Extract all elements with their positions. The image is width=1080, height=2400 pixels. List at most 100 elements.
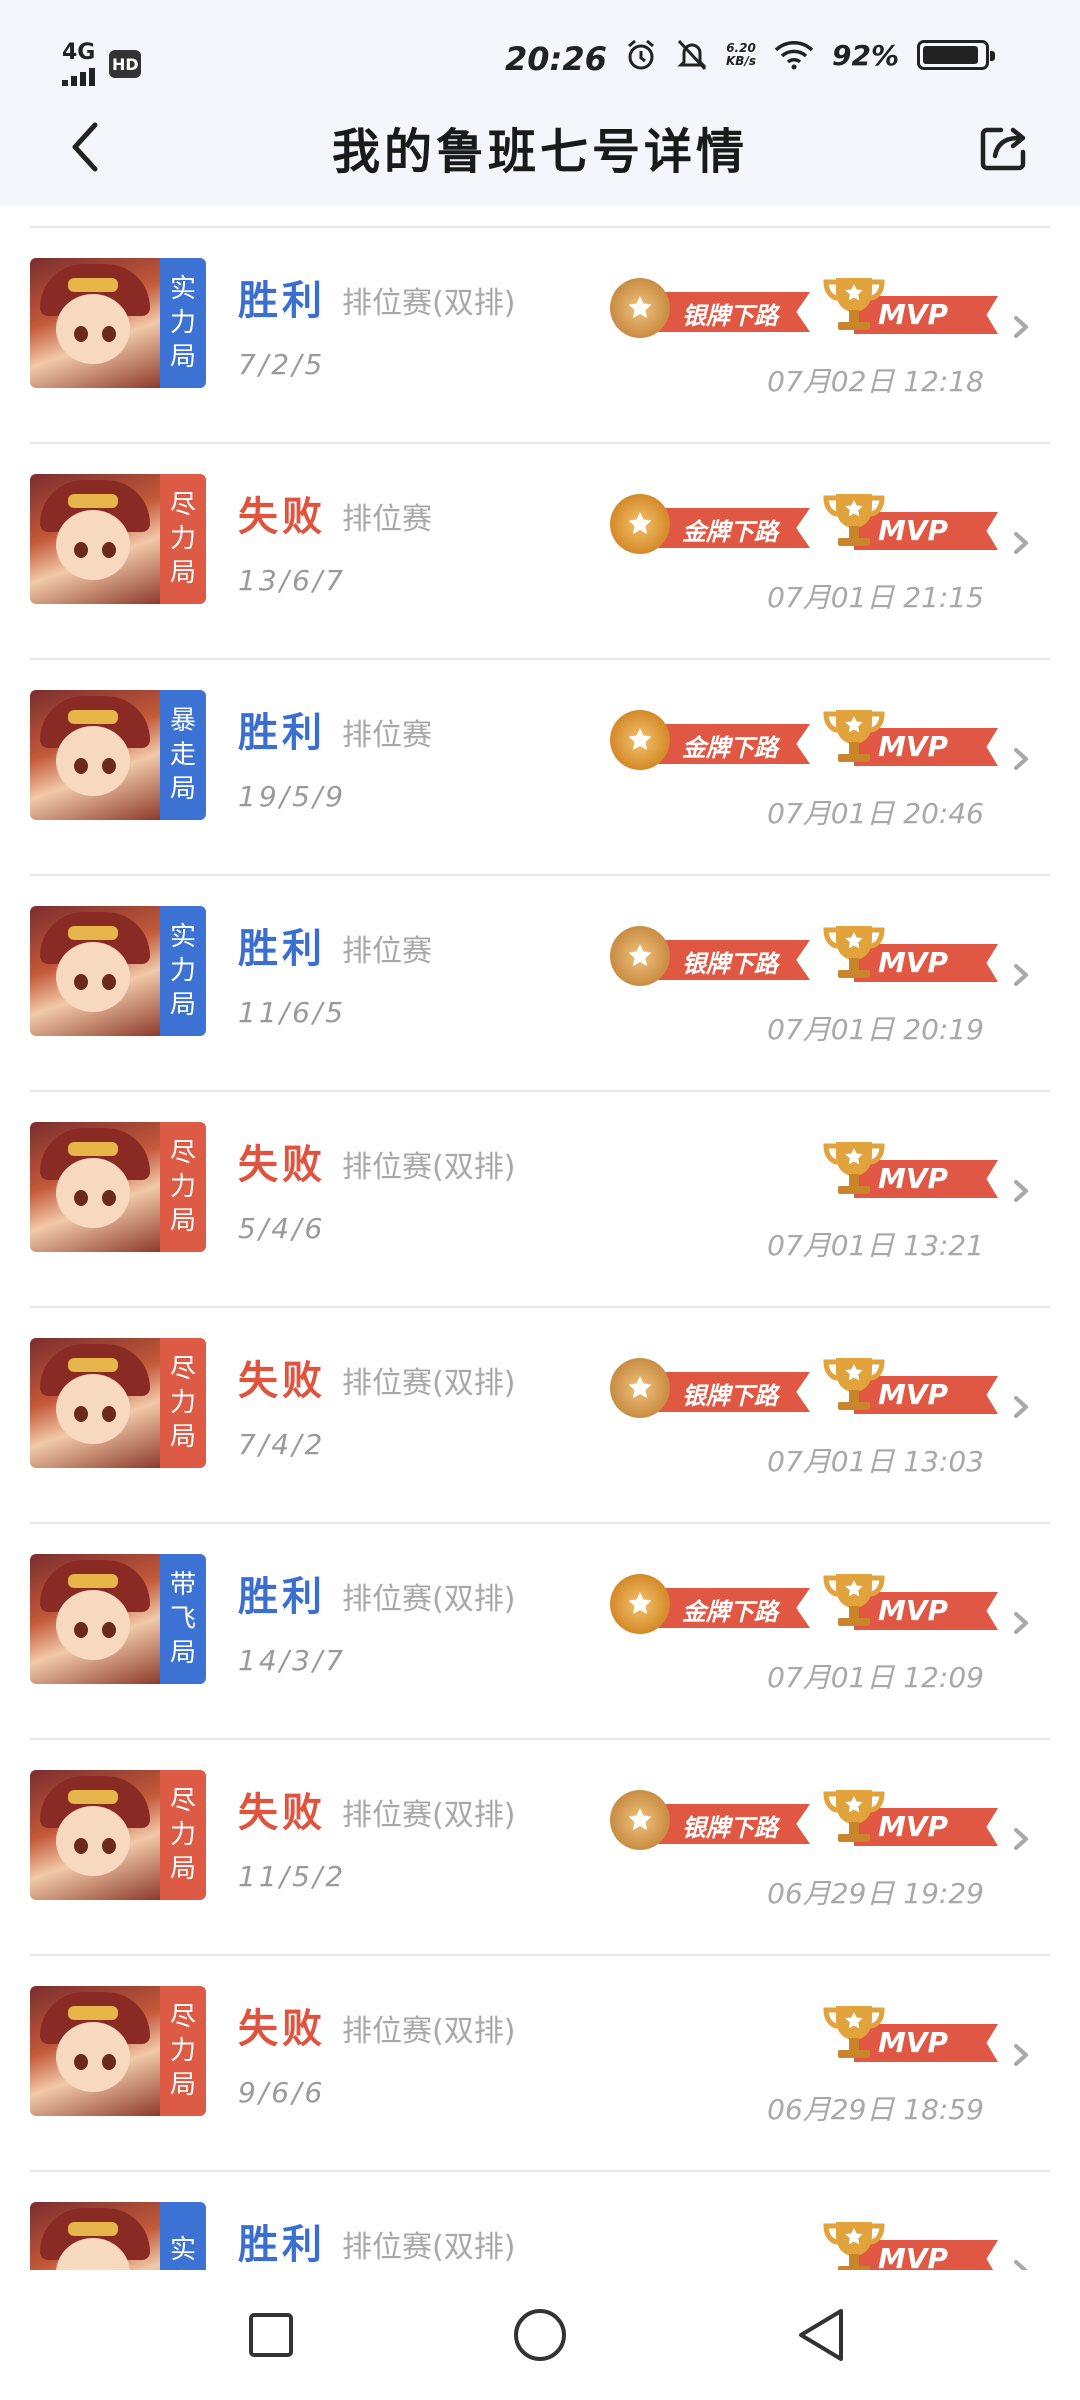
mvp-badge: MVP — [822, 920, 998, 990]
hero-avatar: 实力局 — [30, 258, 206, 388]
match-mode: 排位赛 — [342, 718, 432, 753]
match-row[interactable]: 尽力局失败 排位赛(双排) 9/6/6 06月29日 18:59 MVP — [30, 1954, 1050, 2170]
match-row[interactable]: 尽力局失败 排位赛 13/6/7 07月01日 21:15 金牌下路 MVP — [30, 442, 1050, 658]
match-date: 07月02日 12:18 — [767, 365, 984, 398]
match-mode: 排位赛(双排) — [342, 286, 516, 321]
match-row[interactable]: 尽力局失败 排位赛(双排) 7/4/2 07月01日 13:03 银牌下路 MVP — [30, 1306, 1050, 1522]
tag-char: 局 — [169, 1638, 196, 1668]
trophy-icon — [823, 1142, 885, 1194]
tag-char: 局 — [169, 342, 196, 372]
tag-char: 力 — [169, 2036, 196, 2066]
medal-label: 银牌下路 — [682, 1382, 778, 1410]
chevron-right-icon — [1006, 528, 1036, 558]
match-result: 失败 — [238, 1358, 326, 1404]
hero-portrait — [30, 1338, 160, 1468]
signal-icon — [62, 64, 95, 86]
kda-score: 19/5/9 — [238, 780, 347, 813]
match-row[interactable]: 尽力局失败 排位赛(双排) 11/5/2 06月29日 19:29 银牌下路 MVP — [30, 1738, 1050, 1954]
mvp-label: MVP — [878, 1594, 949, 1627]
kda-score: 5/4/6 — [238, 1212, 326, 1245]
tag-char: 局 — [169, 1206, 196, 1236]
mvp-label: MVP — [878, 730, 949, 763]
tag-char: 尽 — [169, 1786, 196, 1816]
chevron-right-icon — [1006, 2040, 1036, 2070]
match-result: 失败 — [238, 1790, 326, 1836]
hero-portrait — [30, 1122, 160, 1252]
tag-char: 力 — [169, 956, 196, 986]
match-type-tag: 尽力局 — [160, 1770, 206, 1900]
mvp-label: MVP — [878, 1378, 949, 1411]
mvp-label: MVP — [878, 1810, 949, 1843]
share-button[interactable] — [970, 112, 1040, 182]
triangle-back-icon — [799, 2309, 843, 2361]
match-row[interactable]: 实力局胜利 排位赛 11/6/5 07月01日 20:19 银牌下路 MVP — [30, 874, 1050, 1090]
medal-icon — [610, 278, 670, 338]
match-row[interactable]: 实力局胜利 排位赛(双排) 7/2/5 07月02日 12:18 银牌下路 MVP — [30, 226, 1050, 442]
match-type-tag: 尽力局 — [160, 1122, 206, 1252]
trophy-icon — [823, 1790, 885, 1842]
match-result: 胜利 — [238, 278, 326, 324]
medal-label: 金牌下路 — [682, 1598, 778, 1626]
chevron-right-icon — [1006, 312, 1036, 342]
system-nav-bar — [0, 2270, 1080, 2400]
kda-score: 7/2/5 — [238, 348, 326, 381]
match-row[interactable]: 暴走局胜利 排位赛 19/5/9 07月01日 20:46 金牌下路 MVP — [30, 658, 1050, 874]
lane-medal-badge: 银牌下路 — [610, 1790, 810, 1852]
kda-score: 14/3/7 — [238, 1644, 347, 1677]
kda-score: 7/4/2 — [238, 1428, 326, 1461]
tag-char: 实 — [169, 922, 196, 952]
match-type-tag: 尽力局 — [160, 1338, 206, 1468]
recent-apps-button[interactable] — [236, 2300, 306, 2370]
nav-back-button[interactable] — [786, 2300, 856, 2370]
tag-char: 实 — [169, 2235, 196, 2265]
chevron-right-icon — [1006, 1392, 1036, 1422]
match-mode: 排位赛 — [342, 934, 432, 969]
match-type-tag: 实力局 — [160, 258, 206, 388]
medal-icon — [610, 710, 670, 770]
lane-medal-badge: 银牌下路 — [610, 1358, 810, 1420]
tag-char: 力 — [169, 524, 196, 554]
match-result: 胜利 — [238, 1574, 326, 1620]
medal-label: 银牌下路 — [682, 1814, 778, 1842]
tag-char: 实 — [169, 274, 196, 304]
medal-icon — [610, 1790, 670, 1850]
trophy-icon — [823, 1358, 885, 1410]
app-header: 我的鲁班七号详情 — [0, 90, 1080, 206]
kda-score: 9/6/6 — [238, 2076, 326, 2109]
match-row[interactable]: 尽力局失败 排位赛(双排) 5/4/6 07月01日 13:21 MVP — [30, 1090, 1050, 1306]
tag-char: 局 — [169, 774, 196, 804]
trophy-icon — [823, 926, 885, 978]
match-date: 07月01日 12:09 — [767, 1661, 984, 1694]
home-button[interactable] — [505, 2300, 575, 2370]
match-row[interactable]: 带飞局胜利 排位赛(双排) 14/3/7 07月01日 12:09 金牌下路 MVP — [30, 1522, 1050, 1738]
mvp-badge: MVP — [822, 1568, 998, 1638]
match-result: 胜利 — [238, 926, 326, 972]
trophy-icon — [823, 278, 885, 330]
trophy-icon — [823, 494, 885, 546]
hero-avatar: 实力局 — [30, 906, 206, 1036]
match-mode: 排位赛 — [342, 502, 432, 537]
match-type-tag: 带飞局 — [160, 1554, 206, 1684]
tag-char: 力 — [169, 1172, 196, 1202]
tag-char: 力 — [169, 1388, 196, 1418]
mvp-badge: MVP — [822, 1352, 998, 1422]
medal-label: 金牌下路 — [682, 734, 778, 762]
match-mode: 排位赛(双排) — [342, 1150, 516, 1185]
hero-avatar: 尽力局 — [30, 1338, 206, 1468]
network-type: 4G — [62, 40, 96, 65]
match-mode: 排位赛(双排) — [342, 2014, 516, 2049]
match-mode: 排位赛(双排) — [342, 1582, 516, 1617]
lane-medal-badge: 金牌下路 — [610, 1574, 810, 1636]
hero-avatar: 尽力局 — [30, 1122, 206, 1252]
match-type-tag: 尽力局 — [160, 1986, 206, 2116]
hero-avatar: 带飞局 — [30, 1554, 206, 1684]
alarm-icon — [624, 38, 658, 72]
medal-icon — [610, 1358, 670, 1418]
tag-char: 局 — [169, 990, 196, 1020]
hero-portrait — [30, 906, 160, 1036]
tag-char: 暴 — [169, 706, 196, 736]
tag-char: 走 — [169, 740, 196, 770]
chevron-right-icon — [1006, 744, 1036, 774]
medal-label: 银牌下路 — [682, 950, 778, 978]
mvp-label: MVP — [878, 298, 949, 331]
